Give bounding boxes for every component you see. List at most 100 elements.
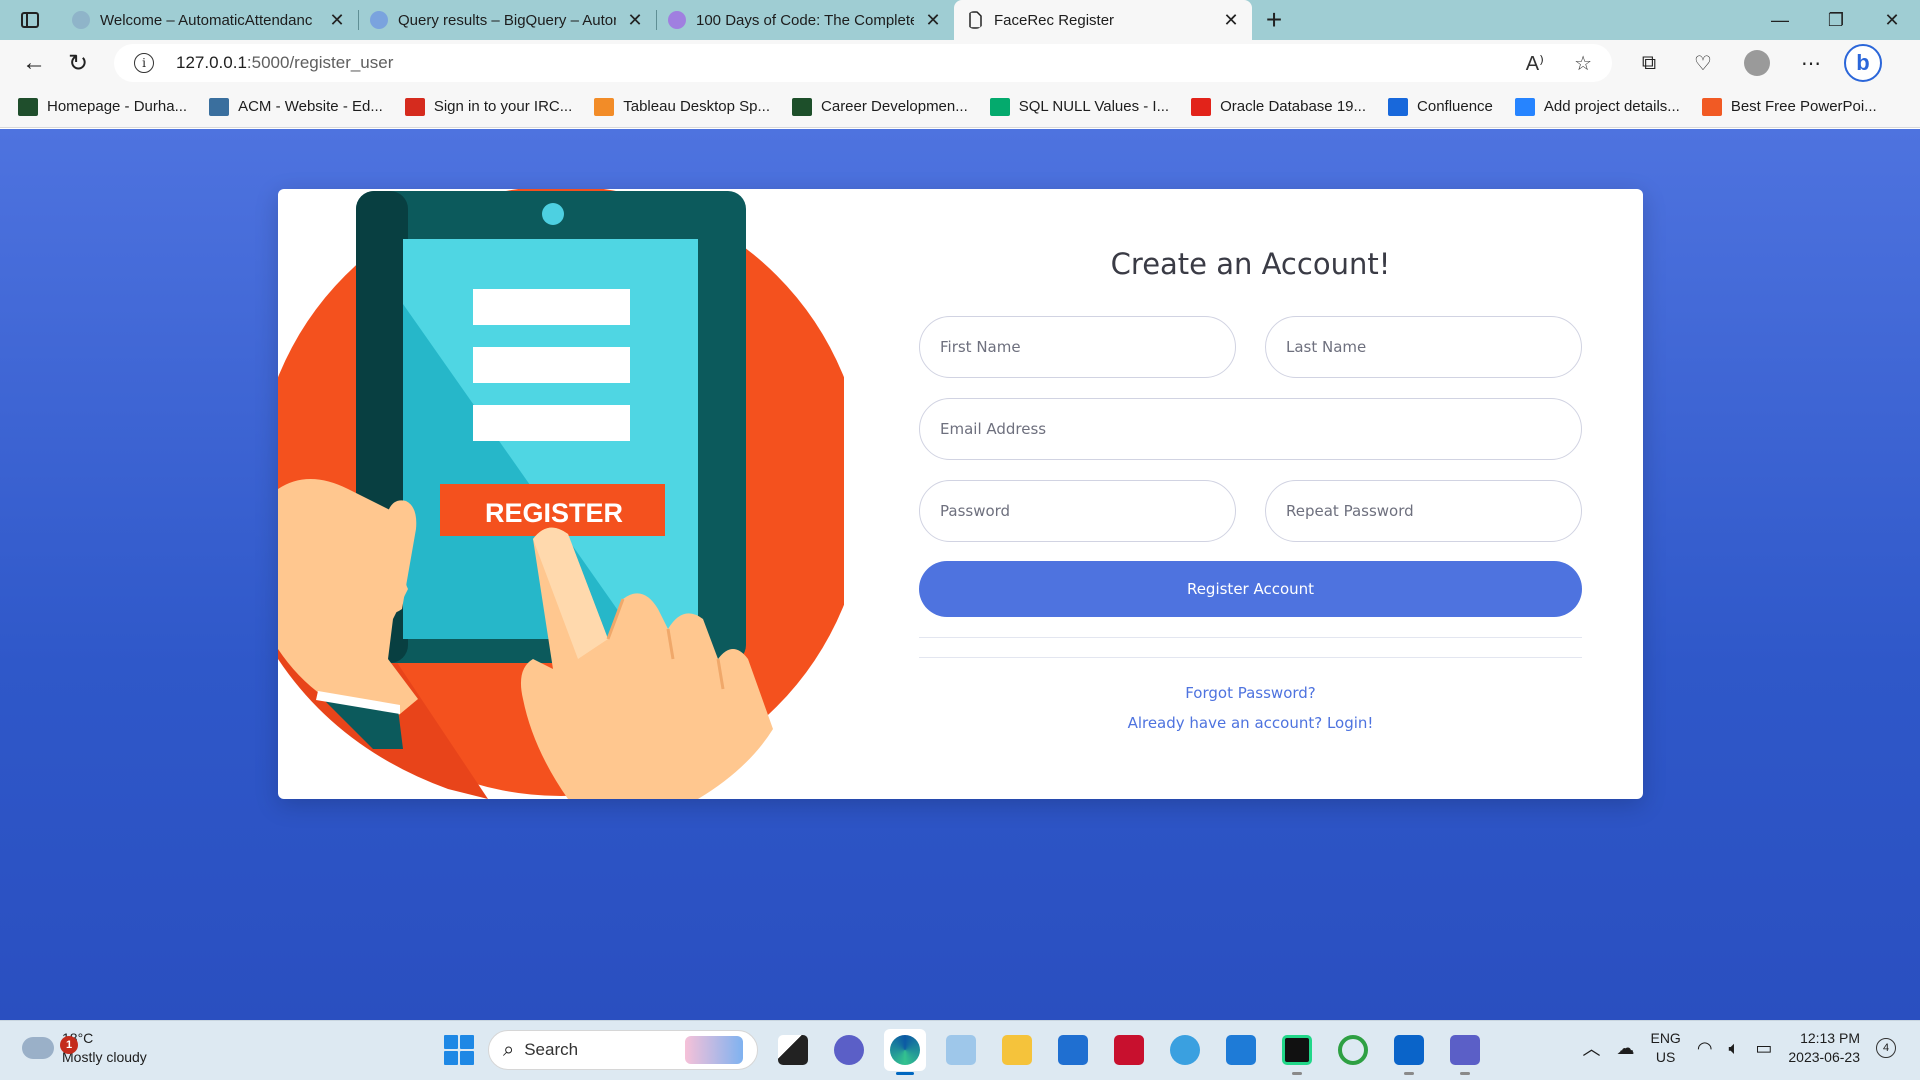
- bookmark-item[interactable]: Tableau Desktop Sp...: [594, 97, 771, 116]
- favorite-star-icon[interactable]: ☆: [1574, 51, 1592, 76]
- repeat-password-input[interactable]: [1286, 502, 1561, 520]
- address-bar[interactable]: i 127.0.0.1:5000/register_user A⁾ ☆: [114, 44, 1612, 82]
- tab-100-days-of-code[interactable]: 100 Days of Code: The Complete ✕: [656, 0, 954, 40]
- cloud-favicon-icon: [72, 11, 90, 29]
- screen-field-1: [473, 289, 630, 325]
- weather-widget[interactable]: 1 18°C Mostly cloudy: [22, 1029, 147, 1067]
- bookmark-favicon-icon: [404, 97, 425, 116]
- last-name-input[interactable]: [1286, 338, 1561, 356]
- wifi-icon[interactable]: ◠: [1697, 1038, 1713, 1059]
- language-indicator[interactable]: ENG US: [1650, 1029, 1680, 1067]
- teams-chat-icon[interactable]: [828, 1029, 870, 1071]
- first-name-input[interactable]: [940, 338, 1215, 356]
- screen-field-3: [473, 405, 630, 441]
- window-controls: — ❐ ✕: [1752, 0, 1920, 40]
- bookmark-item[interactable]: Sign in to your IRC...: [404, 97, 573, 116]
- browser-essentials-icon[interactable]: ♡: [1676, 43, 1730, 83]
- tab-actions-menu-button[interactable]: [0, 0, 60, 40]
- site-info-icon[interactable]: i: [134, 53, 154, 73]
- close-window-icon[interactable]: ✕: [1864, 0, 1920, 40]
- mcafee-icon[interactable]: [1108, 1029, 1150, 1071]
- bookmark-favicon-icon: [1701, 97, 1722, 116]
- bookmark-item[interactable]: Homepage - Durha...: [18, 97, 187, 116]
- read-aloud-icon[interactable]: A⁾: [1526, 51, 1544, 76]
- bookmark-item[interactable]: SQL NULL Values - I...: [989, 97, 1169, 116]
- bookmark-label: Tableau Desktop Sp...: [623, 98, 771, 115]
- password-input[interactable]: [940, 502, 1215, 520]
- browser-tab-strip: Welcome – AutomaticAttendanc ✕ Query res…: [0, 0, 1920, 40]
- teams-icon[interactable]: [1444, 1029, 1486, 1075]
- windows-start-icon[interactable]: [444, 1035, 474, 1065]
- bookmark-favicon-icon: [792, 97, 813, 116]
- back-arrow-icon[interactable]: ←: [12, 43, 56, 83]
- minimize-icon[interactable]: —: [1752, 0, 1808, 40]
- clock-date: 2023-06-23: [1788, 1049, 1860, 1065]
- system-tray: ︿ ☁ ENG US ◠ 🔈︎ ▭ 12:13 PM 2023-06-23 4: [1582, 1029, 1896, 1067]
- repeat-password-field[interactable]: [1265, 480, 1582, 542]
- notification-count-badge[interactable]: 4: [1876, 1038, 1896, 1058]
- bookmark-item[interactable]: Oracle Database 19...: [1191, 97, 1366, 116]
- file-explorer-icon[interactable]: [996, 1029, 1038, 1071]
- divider: [919, 657, 1582, 658]
- tab-bigquery[interactable]: Query results – BigQuery – Autor ✕: [358, 0, 656, 40]
- tab-welcome-automatic-attendance[interactable]: Welcome – AutomaticAttendanc ✕: [60, 0, 358, 40]
- bookmark-item[interactable]: ACM - Website - Ed...: [209, 97, 383, 116]
- task-view-icon[interactable]: [772, 1029, 814, 1071]
- tab-facerec-register[interactable]: FaceRec Register ✕: [954, 0, 1252, 40]
- sync-app-icon[interactable]: [1332, 1029, 1374, 1071]
- microsoft-store-icon[interactable]: [1052, 1029, 1094, 1071]
- search-icon: ⌕: [503, 1038, 515, 1061]
- bookmark-label: Confluence: [1417, 98, 1493, 115]
- bookmark-label: ACM - Website - Ed...: [238, 98, 383, 115]
- email-input[interactable]: [940, 420, 1561, 438]
- close-tab-icon[interactable]: ✕: [1222, 10, 1240, 31]
- bookmark-label: Best Free PowerPoi...: [1730, 98, 1877, 115]
- globe-app-icon[interactable]: [1164, 1029, 1206, 1071]
- tab-title: FaceRec Register: [994, 11, 1115, 29]
- more-menu-icon[interactable]: ⋯: [1784, 43, 1838, 83]
- password-field[interactable]: [919, 480, 1236, 542]
- edge-browser-icon[interactable]: [884, 1029, 926, 1075]
- bing-copilot-icon[interactable]: b: [1844, 44, 1882, 82]
- region-code: US: [1655, 1049, 1676, 1065]
- email-field[interactable]: [919, 398, 1582, 460]
- last-name-field[interactable]: [1265, 316, 1582, 378]
- battery-icon[interactable]: ▭: [1755, 1038, 1772, 1059]
- search-highlight-icon: [685, 1036, 743, 1064]
- restore-icon[interactable]: ❐: [1808, 0, 1864, 40]
- bookmark-item[interactable]: Career Developmen...: [792, 97, 968, 116]
- close-tab-icon[interactable]: ✕: [328, 10, 346, 31]
- close-tab-icon[interactable]: ✕: [626, 10, 644, 31]
- tablet-camera: [542, 203, 564, 225]
- login-link[interactable]: Already have an account? Login!: [919, 714, 1582, 732]
- calendar-icon[interactable]: [1220, 1029, 1262, 1071]
- onedrive-icon[interactable]: ☁: [1616, 1038, 1634, 1059]
- bookmark-label: Career Developmen...: [821, 98, 968, 115]
- new-tab-button[interactable]: +: [1252, 0, 1296, 40]
- bookmark-label: Sign in to your IRC...: [433, 98, 573, 115]
- bookmark-favicon-icon: [1514, 97, 1535, 116]
- first-name-field[interactable]: [919, 316, 1236, 378]
- volume-icon[interactable]: 🔈︎: [1729, 1038, 1740, 1059]
- close-tab-icon[interactable]: ✕: [924, 10, 942, 31]
- weather-alert-badge: 1: [60, 1036, 78, 1054]
- outlook-icon[interactable]: [1388, 1029, 1430, 1075]
- taskbar-search-box[interactable]: ⌕ Search: [488, 1030, 758, 1070]
- profile-button[interactable]: [1730, 43, 1784, 83]
- bookmark-item[interactable]: Best Free PowerPoi...: [1701, 97, 1877, 116]
- chevron-up-icon[interactable]: ︿: [1582, 1035, 1600, 1061]
- language-code: ENG: [1650, 1030, 1681, 1046]
- register-account-button[interactable]: Register Account: [919, 561, 1582, 617]
- bookmark-item[interactable]: Confluence: [1388, 97, 1493, 116]
- bookmark-item[interactable]: Add project details...: [1514, 97, 1680, 116]
- clock-time: 12:13 PM: [1800, 1030, 1860, 1046]
- browser-toolbar: ← ↻ i 127.0.0.1:5000/register_user A⁾ ☆ …: [0, 40, 1920, 86]
- forgot-password-link[interactable]: Forgot Password?: [919, 684, 1582, 702]
- split-screen-icon[interactable]: ⧉: [1622, 43, 1676, 83]
- divider: [919, 637, 1582, 638]
- tab-title: Welcome – AutomaticAttendanc: [100, 11, 313, 29]
- pycharm-icon[interactable]: [1276, 1029, 1318, 1075]
- clock[interactable]: 12:13 PM 2023-06-23: [1788, 1029, 1860, 1067]
- refresh-icon[interactable]: ↻: [56, 43, 100, 83]
- paint-icon[interactable]: [940, 1029, 982, 1071]
